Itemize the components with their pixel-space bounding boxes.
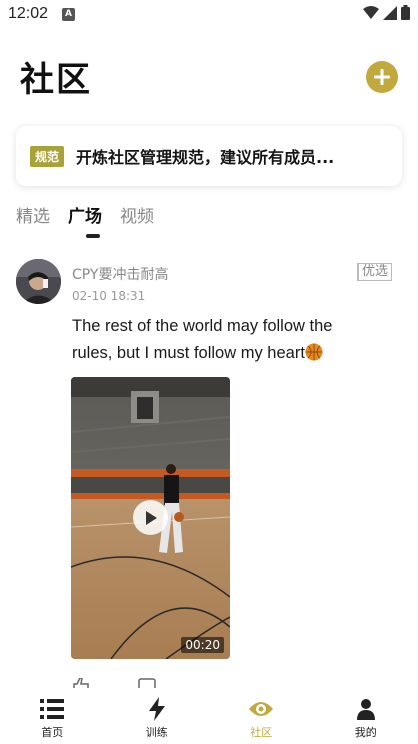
author-name[interactable]: CPY要冲击耐高 — [72, 264, 168, 284]
nav-item-training[interactable]: 训练 — [105, 688, 210, 744]
battery-icon — [401, 5, 410, 20]
bottom-nav: 首页 训练 社区 我的 — [0, 688, 418, 744]
person-icon — [353, 696, 379, 722]
feed-tabs: 精选 广场 视频 — [16, 202, 154, 227]
nav-item-profile[interactable]: 我的 — [314, 688, 418, 744]
tab-featured[interactable]: 精选 — [16, 202, 50, 227]
post-text: The rest of the world may follow the rul… — [72, 313, 372, 367]
lightning-icon — [144, 696, 170, 722]
announcement-text: 开炼社区管理规范，建议所有成员... — [76, 148, 335, 167]
status-indicators — [363, 5, 410, 20]
notification-icon: A — [62, 8, 75, 21]
list-icon — [39, 696, 65, 722]
basketball-icon — [305, 343, 323, 361]
tab-video[interactable]: 视频 — [120, 202, 154, 227]
nav-item-community[interactable]: 社区 — [209, 688, 314, 744]
play-icon — [145, 510, 157, 525]
tab-indicator — [86, 234, 100, 238]
avatar[interactable] — [16, 259, 61, 304]
plus-icon — [374, 69, 390, 85]
add-post-button[interactable] — [366, 61, 398, 93]
announcement-card[interactable]: 规范 开炼社区管理规范，建议所有成员... — [16, 126, 402, 186]
nav-label-community: 社区 — [250, 726, 273, 739]
featured-badge: 优选 — [357, 263, 393, 281]
status-time: 12:02 — [8, 5, 49, 22]
play-button[interactable] — [133, 500, 168, 535]
nav-item-home[interactable]: 首页 — [0, 688, 105, 744]
announcement-badge: 规范 — [30, 145, 65, 167]
eye-icon — [248, 696, 274, 722]
nav-label-profile: 我的 — [354, 726, 377, 739]
page-title: 社区 — [20, 60, 92, 100]
status-bar: 12:02 A — [0, 0, 418, 30]
nav-label-training: 训练 — [145, 726, 168, 739]
video-duration: 00:20 — [181, 637, 224, 653]
wifi-icon — [363, 5, 379, 19]
tab-square[interactable]: 广场 — [68, 202, 102, 227]
video-thumbnail[interactable]: 00:20 — [71, 377, 230, 659]
nav-label-home: 首页 — [41, 726, 64, 739]
post-text-content: The rest of the world may follow the rul… — [72, 317, 333, 362]
signal-icon — [383, 5, 397, 20]
post-time: 02-10 18:31 — [72, 289, 146, 303]
